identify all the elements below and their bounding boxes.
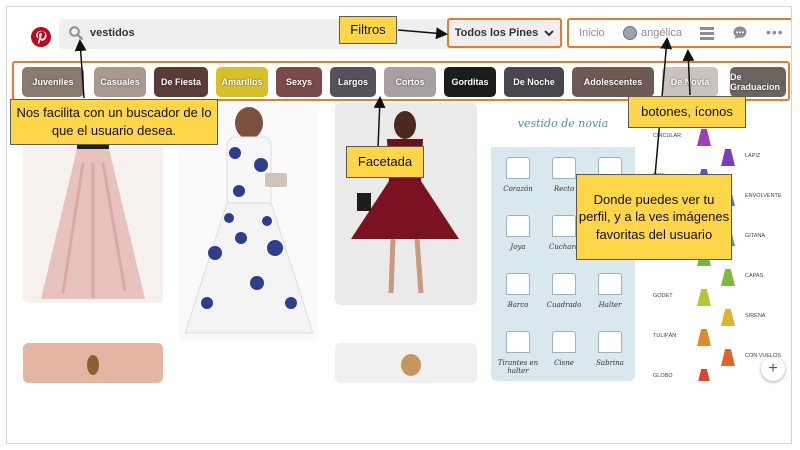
chevron-down-icon [544, 29, 554, 36]
pin-bottom-left[interactable] [23, 343, 163, 383]
neckline-label: Joya [510, 243, 526, 251]
user-nav: Inicio angélica ••• [567, 18, 791, 48]
neckline-item: Halter [589, 269, 631, 323]
neckline-item: Cisne [543, 327, 585, 381]
neckline-label: Cisne [554, 359, 574, 367]
neckline-shape-icon [506, 331, 530, 353]
neckline-shape-icon [552, 157, 576, 179]
neckline-shape-icon [598, 331, 622, 353]
neckline-item: Corazón [497, 153, 539, 207]
menu-icon[interactable] [699, 25, 715, 46]
skirt-item: TULIPÁN [653, 329, 719, 347]
skirt-shape-icon [697, 329, 711, 346]
neckline-item: Sabrina [589, 327, 631, 381]
facet-chip[interactable]: De Fiesta [154, 67, 208, 97]
skirt-item: CIRCULAR [653, 129, 719, 147]
pinterest-logo-icon[interactable] [26, 22, 56, 52]
neckline-label: Halter [598, 301, 622, 309]
skirt-shape-icon [721, 149, 735, 166]
facet-chip[interactable]: De Novia [662, 67, 718, 97]
chevron-right-icon[interactable]: › [780, 73, 785, 91]
callout-profile: Donde puedes ver tu perfil, y a la ves i… [576, 174, 732, 260]
neckline-shape-icon [598, 273, 622, 295]
neckline-item: Cuadrado [543, 269, 585, 323]
skirt-item: LÁPIZ [719, 149, 785, 167]
facet-chip[interactable]: Casuales [94, 67, 146, 97]
facet-chip[interactable]: Sexys [276, 67, 322, 97]
search-input[interactable]: vestidos [90, 27, 135, 39]
neckline-label: Sabrina [596, 359, 624, 367]
skirt-label: GODET [653, 293, 673, 299]
neckline-label: Barco [507, 301, 529, 309]
neckline-shape-icon [506, 157, 530, 179]
facet-chip[interactable]: Gorditas [444, 67, 496, 97]
skirt-label: TULIPÁN [653, 333, 677, 339]
facet-chip[interactable]: De Graduacion [730, 67, 786, 97]
skirt-shape-icon [721, 309, 735, 326]
infographic-title: vestido de novia [517, 116, 609, 130]
facet-chip[interactable]: Largos [330, 67, 376, 97]
facet-chip[interactable]: Cortos [384, 67, 436, 97]
pin-burgundy-dress[interactable] [335, 103, 477, 305]
neckline-label: Tirantes en halter [497, 359, 539, 375]
neckline-item: Barco [497, 269, 539, 323]
skirt-label: GITANA [745, 233, 766, 239]
skirt-label: ENVOLVENTE [745, 193, 782, 199]
add-pin-button[interactable]: + [761, 357, 785, 381]
facet-chip[interactable]: De Noche [504, 67, 564, 97]
chat-icon[interactable] [732, 25, 748, 46]
pin-bottom-middle[interactable] [335, 343, 477, 383]
skirt-item: CAPAS [719, 269, 785, 287]
skirt-label: CAPAS [745, 273, 764, 279]
neckline-shape-icon [552, 273, 576, 295]
skirt-label: GLOBO [653, 373, 673, 379]
skirt-shape-icon [697, 129, 711, 146]
facet-chip[interactable]: Juveniles [22, 67, 84, 97]
pins-filter-label: Todos los Pines [454, 27, 539, 39]
pins-filter-dropdown[interactable]: Todos los Pines [447, 18, 562, 48]
callout-facets: Facetada [346, 146, 424, 178]
callout-buttons: botones, íconos [628, 96, 746, 128]
neckline-shape-icon [552, 331, 576, 353]
neckline-item: Joya [497, 211, 539, 265]
neckline-shape-icon [506, 273, 530, 295]
guided-search-facets: Juveniles Casuales De Fiesta Amarillos Sexys… [12, 61, 790, 101]
nav-profile-link[interactable]: angélica [641, 27, 682, 39]
neckline-label: Corazón [503, 185, 533, 193]
skirt-shape-icon [697, 369, 711, 381]
skirt-label: SIRENA [745, 313, 766, 319]
skirt-label: LÁPIZ [745, 153, 761, 159]
nav-home-link[interactable]: Inicio [579, 27, 605, 39]
skirt-shape-icon [721, 269, 735, 286]
skirt-item: SIRENA [719, 309, 785, 327]
neckline-item: Tirantes en halter [497, 327, 539, 381]
callout-filters: Filtros [339, 16, 397, 44]
neckline-shape-icon [552, 215, 576, 237]
neckline-label: Cuadrado [546, 301, 582, 309]
skirt-label: CIRCULAR [653, 133, 682, 139]
search-icon [69, 26, 83, 45]
callout-search: Nos facilita con un buscador de lo que e… [10, 99, 218, 145]
facet-chip[interactable]: Amarillos [216, 67, 268, 97]
skirt-shape-icon [697, 289, 711, 306]
skirt-item: GODET [653, 289, 719, 307]
avatar[interactable] [623, 26, 637, 40]
neckline-shape-icon [506, 215, 530, 237]
skirt-item: GLOBO [653, 369, 719, 381]
facet-chip[interactable]: Adolescentes [572, 67, 654, 97]
skirt-shape-icon [721, 349, 735, 366]
more-icon[interactable]: ••• [766, 24, 784, 40]
